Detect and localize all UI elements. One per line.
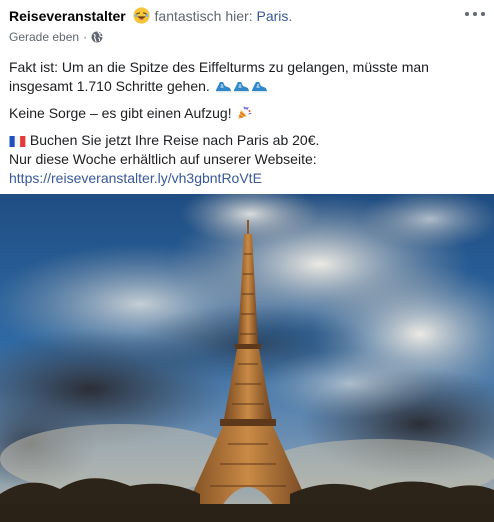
laughing-emoji-icon bbox=[133, 7, 150, 24]
facebook-post: Reiseveranstalter fantastisch hier: Pari… bbox=[0, 0, 494, 522]
more-dot bbox=[465, 12, 469, 16]
more-options-icon[interactable] bbox=[465, 8, 485, 20]
more-dot bbox=[481, 12, 485, 16]
place-link[interactable]: Paris bbox=[256, 8, 288, 24]
more-dot bbox=[473, 12, 477, 16]
feeling-text: fantastisch hier: bbox=[154, 8, 253, 24]
message-paragraph-2: Keine Sorge – es gibt einen Aufzug! bbox=[9, 104, 485, 123]
message-line-4: Nur diese Woche erhältlich auf unserer W… bbox=[9, 151, 317, 167]
page-name-link[interactable]: Reiseveranstalter bbox=[9, 8, 126, 24]
post-timestamp[interactable]: Gerade eben bbox=[9, 29, 79, 45]
globe-icon[interactable] bbox=[91, 31, 103, 43]
sneaker-emoji-icon bbox=[215, 82, 267, 93]
party-popper-emoji-icon bbox=[237, 106, 251, 119]
title-period: . bbox=[288, 8, 293, 24]
message-line-2: Keine Sorge – es gibt einen Aufzug! bbox=[9, 105, 232, 121]
post-url-link[interactable]: https://reiseveranstalter.ly/vh3gbntRoVt… bbox=[9, 170, 262, 186]
post-meta: Gerade eben · bbox=[9, 29, 485, 45]
meta-separator: · bbox=[83, 30, 88, 44]
post-title-line: Reiseveranstalter fantastisch hier: Pari… bbox=[9, 6, 485, 26]
eiffel-tower-photo[interactable] bbox=[0, 194, 494, 522]
message-line-3: Buchen Sie jetzt Ihre Reise nach Paris a… bbox=[29, 132, 320, 148]
post-message: Fakt ist: Um an die Spitze des Eiffeltur… bbox=[9, 58, 485, 196]
message-paragraph-1: Fakt ist: Um an die Spitze des Eiffeltur… bbox=[9, 58, 485, 96]
post-header: Reiseveranstalter fantastisch hier: Pari… bbox=[9, 6, 485, 50]
french-flag-emoji-icon bbox=[9, 136, 26, 147]
message-paragraph-3: Buchen Sie jetzt Ihre Reise nach Paris a… bbox=[9, 131, 485, 188]
